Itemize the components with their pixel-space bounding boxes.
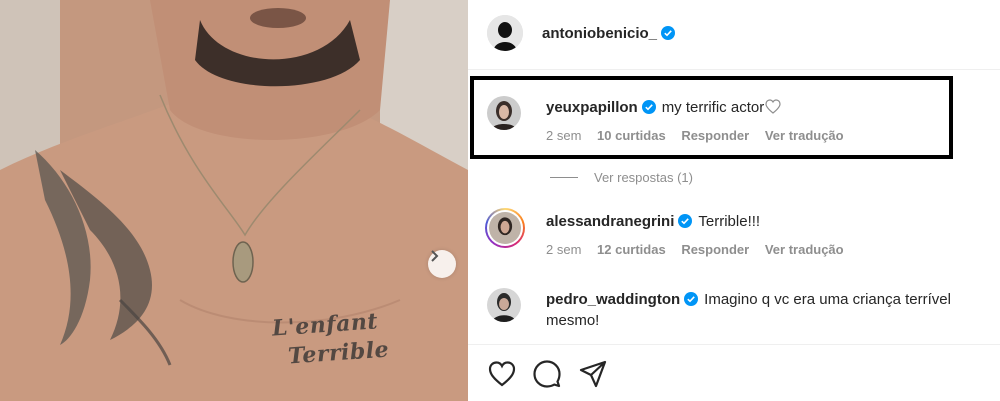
chevron-right-icon	[431, 250, 439, 262]
commenter-avatar-image	[487, 210, 523, 246]
post-header: antoniobenicio_	[468, 0, 1000, 70]
carousel-next-button[interactable]	[428, 250, 456, 278]
reply-button[interactable]: Responder	[681, 242, 749, 257]
comment-meta: 2 sem 12 curtidas Responder Ver tradução	[546, 242, 856, 257]
replies-divider	[550, 177, 578, 178]
view-replies-button[interactable]: Ver respostas (1)	[550, 170, 693, 185]
author-avatar-image	[487, 15, 523, 51]
translate-button[interactable]: Ver tradução	[765, 242, 844, 257]
commenter-avatar-image	[487, 288, 521, 322]
comment-line: alessandranegrini Terrible!!!	[546, 211, 760, 232]
commenter-username[interactable]: pedro_waddington	[546, 291, 680, 308]
commenter-avatar-story-ring[interactable]	[485, 208, 525, 248]
comment-time: 2 sem	[546, 242, 582, 257]
photo-illustration	[0, 0, 468, 401]
verified-badge-icon	[678, 214, 693, 228]
highlight-box	[470, 76, 953, 159]
share-icon[interactable]	[578, 359, 608, 389]
verified-badge-icon	[684, 292, 699, 306]
view-replies-label: Ver respostas (1)	[594, 170, 693, 185]
comment-line: pedro_waddington Imagino q vc era uma cri…	[546, 289, 951, 310]
comment-text-continued: mesmo!	[546, 312, 600, 329]
commenter-username[interactable]: alessandranegrini	[546, 213, 674, 230]
comment-icon[interactable]	[532, 359, 562, 389]
comments-panel: antoniobenicio_ yeuxpapillon my terrific …	[468, 0, 1000, 401]
commenter-avatar[interactable]	[487, 288, 521, 322]
heart-icon[interactable]	[487, 359, 517, 389]
comment-text: Imagino q vc era uma criança terrível	[704, 291, 951, 308]
post-action-bar	[468, 344, 1000, 401]
comment-likes[interactable]: 12 curtidas	[597, 242, 666, 257]
author-username[interactable]: antoniobenicio_	[542, 25, 657, 42]
author-avatar[interactable]	[487, 15, 523, 51]
comment-text: Terrible!!!	[698, 213, 761, 230]
verified-badge-icon	[661, 26, 676, 40]
post-photo: L'enfant Terrible	[0, 0, 468, 401]
author-username-row: antoniobenicio_	[542, 25, 676, 42]
